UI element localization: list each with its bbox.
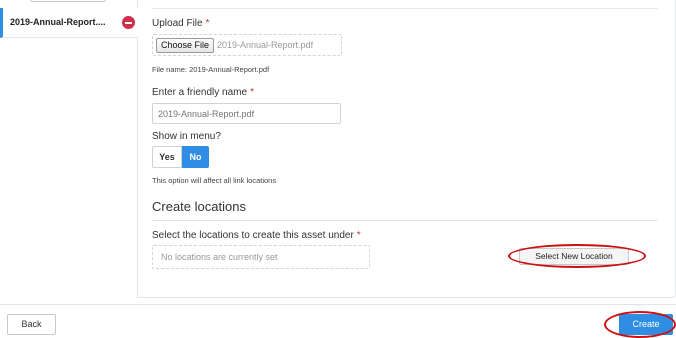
sidebar-file-item-label: 2019-Annual-Report.... bbox=[10, 17, 106, 27]
show-in-menu-toggle: Yes No bbox=[152, 146, 209, 168]
friendly-name-input[interactable] bbox=[152, 103, 341, 124]
select-locations-label: Select the locations to create this asse… bbox=[152, 230, 361, 241]
footer-divider bbox=[0, 304, 676, 305]
divider bbox=[152, 220, 658, 221]
annotation-ellipse bbox=[604, 311, 676, 338]
divider bbox=[152, 8, 658, 9]
create-locations-title: Create locations bbox=[152, 199, 246, 214]
sidebar: 2019-Annual-Report.... bbox=[0, 0, 138, 298]
show-in-menu-label: Show in menu? bbox=[152, 131, 221, 142]
file-name-note: File name: 2019-Annual-Report.pdf bbox=[152, 65, 270, 74]
locations-list: No locations are currently set bbox=[152, 245, 370, 269]
back-button[interactable]: Back bbox=[7, 314, 56, 335]
required-asterisk: * bbox=[250, 87, 254, 98]
required-asterisk: * bbox=[356, 230, 361, 241]
annotation-ellipse bbox=[508, 244, 646, 268]
choose-file-button[interactable]: Choose File bbox=[156, 38, 215, 53]
friendly-name-label: Enter a friendly name * bbox=[152, 87, 254, 98]
chosen-file-name: 2019-Annual-Report.pdf bbox=[217, 40, 314, 50]
yes-option[interactable]: Yes bbox=[152, 146, 182, 168]
locations-empty-text: No locations are currently set bbox=[161, 252, 278, 262]
friendly-name-label-text: Enter a friendly name bbox=[152, 87, 248, 98]
no-option[interactable]: No bbox=[182, 146, 209, 168]
upload-file-label-text: Upload File bbox=[152, 18, 203, 29]
show-in-menu-note: This option will affect all link locatio… bbox=[152, 176, 277, 185]
remove-icon[interactable] bbox=[122, 16, 135, 29]
sidebar-top-button[interactable] bbox=[30, 0, 106, 2]
sidebar-file-item[interactable]: 2019-Annual-Report.... bbox=[0, 8, 138, 38]
upload-dropzone[interactable]: Choose File 2019-Annual-Report.pdf bbox=[152, 34, 342, 56]
select-locations-label-text: Select the locations to create this asse… bbox=[152, 230, 354, 241]
upload-file-label: Upload File * bbox=[152, 18, 210, 29]
required-asterisk: * bbox=[205, 18, 210, 29]
